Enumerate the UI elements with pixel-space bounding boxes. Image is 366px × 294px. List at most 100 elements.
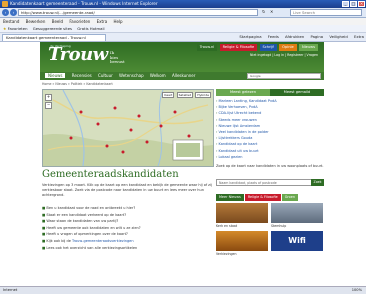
menu-bar: Bestand Bewerken Beeld Favorieten Extra … xyxy=(0,18,366,25)
sidebar-note: Zoek op de kaart naar kandidaten in uw w… xyxy=(216,164,324,169)
thumbnail-caption[interactable]: Kerk en staat xyxy=(216,224,237,228)
page-menu[interactable]: Pagina xyxy=(310,34,323,39)
list-item-text: Heeft uw gemeente ook kandidaten en wilt… xyxy=(46,225,141,230)
site-header: de Verdieping Trouw Ik kies bewust Trouw… xyxy=(40,42,324,72)
list-item[interactable]: Ben u kandidaat voor de raad en ontbreek… xyxy=(42,205,214,212)
safety-menu[interactable]: Veiligheid xyxy=(329,34,347,39)
favorites-button[interactable]: Favorieten xyxy=(8,26,28,31)
menu-item[interactable]: Bewerken xyxy=(26,19,46,24)
tagline-line: bewust xyxy=(110,59,125,64)
list-item-text: Kijk ook bij de xyxy=(46,238,71,243)
list-item[interactable]: Lees ook het overzicht van alle verkiezi… xyxy=(42,245,214,252)
logo-tagline: Ik kies bewust xyxy=(110,50,125,65)
menu-item[interactable]: Beeld xyxy=(52,19,63,24)
map-type-button[interactable]: Satelliet xyxy=(176,92,193,98)
list-item[interactable]: Staat er een kandidaat verkeerd op de ka… xyxy=(42,212,214,219)
favorites-link[interactable]: Gesuggereerde sites xyxy=(33,26,72,31)
intro-text: Verkiezingen op 3 maart. Klik op de kaar… xyxy=(42,183,212,197)
section-tab[interactable]: Meer Nieuws xyxy=(216,194,244,202)
zoom-in-button[interactable]: + xyxy=(45,94,52,101)
map-type-controls: Kaart Satelliet Hybride xyxy=(161,92,211,98)
main-nav: Nieuws Recensies Cultuur Wetenschap Welk… xyxy=(40,72,324,80)
tab-schrijf[interactable]: Schrijf xyxy=(259,44,277,51)
list-item[interactable]: Kijk ook bij de Trouw-gemeenteraadsverki… xyxy=(42,238,214,245)
page-content: de Verdieping Trouw Ik kies bewust Trouw… xyxy=(0,42,366,286)
list-item-text: Lees ook het overzicht van alle verkiezi… xyxy=(46,245,138,250)
nav-item[interactable]: Alleskunner xyxy=(172,73,195,78)
maximize-button[interactable]: □ xyxy=(350,1,357,7)
site-logo[interactable]: Trouw xyxy=(48,44,108,65)
wifi-thumbnail[interactable]: Wifi xyxy=(271,231,323,252)
section-tab[interactable]: Groen xyxy=(281,194,298,202)
candidate-search-placeholder: Naam kandidaat, plaats of postcode xyxy=(219,181,277,186)
refresh-icon[interactable]: ↻ xyxy=(262,9,265,14)
tab-bar: Kandidatenkaart gemeenteraad - Trouw.nl … xyxy=(0,33,366,42)
menu-item[interactable]: Favorieten xyxy=(69,19,90,24)
list-item-text: Heeft u vragen of opmerkingen over de ka… xyxy=(46,232,128,237)
feeds-button[interactable]: Feeds xyxy=(268,34,279,39)
command-bar: Startpagina Feeds Afdrukken Pagina Veili… xyxy=(234,33,364,41)
close-button[interactable]: × xyxy=(358,1,365,7)
google-search-input[interactable]: Google xyxy=(247,73,321,79)
thumbnail-caption[interactable]: Stemhulp xyxy=(271,224,286,228)
map-type-button[interactable]: Hybride xyxy=(195,92,211,98)
tab-most-mailed[interactable]: Meest gemaild xyxy=(270,89,324,96)
stop-icon[interactable]: ✕ xyxy=(270,9,273,14)
address-bar: ‹ › http://www.trouw.nl/.../gemeente-raa… xyxy=(0,8,366,18)
thumbnail-image[interactable] xyxy=(216,203,268,224)
nav-item[interactable]: Wetenschap xyxy=(119,73,144,78)
list-item-link[interactable]: Trouw-gemeenteraadsverkiezingen xyxy=(72,239,134,243)
sidebar-links: Marleen Lanting, Kandidaat PvdA Bijke Ve… xyxy=(216,98,324,160)
page-title: Gemeenteraadskandidaten xyxy=(42,169,179,180)
tab-nieuws[interactable]: Nieuws xyxy=(299,44,318,51)
section-tabs: Meer Nieuws Religie & Filosofie Groen xyxy=(216,194,324,202)
tools-menu[interactable]: Extra xyxy=(354,34,364,39)
back-button[interactable]: ‹ xyxy=(2,9,9,16)
url-field[interactable]: http://www.trouw.nl/.../gemeente-raad/ xyxy=(18,9,258,16)
search-field[interactable]: Live Search xyxy=(290,9,362,16)
browser-tab[interactable]: Kandidatenkaart gemeenteraad - Trouw.nl xyxy=(2,34,106,41)
list-item[interactable]: Heeft u vragen of opmerkingen over de ka… xyxy=(42,231,214,238)
section-tab[interactable]: Religie & Filosofie xyxy=(244,194,281,202)
zoom-out-button[interactable]: − xyxy=(45,102,52,109)
list-item-text: Ben u kandidaat voor de raad en ontbreek… xyxy=(46,206,136,210)
candidate-search-input[interactable]: Naam kandidaat, plaats of postcode Zoek xyxy=(216,179,324,187)
map-type-button[interactable]: Kaart xyxy=(162,92,175,98)
tab-religie[interactable]: Religie & Filosofie xyxy=(219,44,258,51)
menu-item[interactable]: Help xyxy=(113,19,122,24)
sidebar-tabs: Meest gelezen Meest gemaild xyxy=(216,89,324,96)
tab-opinie[interactable]: Opinie xyxy=(279,44,297,51)
window-title: Kandidatenkaart gemeenteraad - Trouw.nl … xyxy=(10,1,158,6)
star-icon[interactable]: ★ xyxy=(3,26,6,31)
tab-most-read[interactable]: Meest gelezen xyxy=(216,89,270,96)
list-item[interactable]: Waar staan de kandidaten van uw partij? xyxy=(42,218,214,225)
tab-trouw[interactable]: Trouw.nl xyxy=(196,44,218,51)
info-list: Ben u kandidaat voor de raad en ontbreek… xyxy=(42,205,214,251)
favorites-link[interactable]: Gratis Hotmail xyxy=(77,26,104,31)
nav-item[interactable]: Cultuur xyxy=(98,73,113,78)
top-tabs: Trouw.nl Religie & Filosofie Schrijf Opi… xyxy=(196,44,318,51)
thumbnail-caption[interactable]: Verkiezingen xyxy=(216,252,236,256)
thumbnail-image[interactable] xyxy=(216,231,268,252)
menu-item[interactable]: Extra xyxy=(97,19,108,24)
breadcrumb: Home » Nieuws » Politiek » Kandidatenkaa… xyxy=(42,82,113,86)
sidebar-link[interactable]: Lokaal gezien xyxy=(216,154,324,160)
list-item[interactable]: Heeft uw gemeente ook kandidaten en wilt… xyxy=(42,225,214,232)
thumbnail-grid: Kerk en staat Stemhulp Verkiezingen Wifi xyxy=(216,203,324,259)
login-links[interactable]: Niet ingelogd | Log in | Registreer | Vr… xyxy=(250,53,318,57)
print-button[interactable]: Afdrukken xyxy=(285,34,304,39)
minimize-button[interactable]: _ xyxy=(342,1,349,7)
candidate-map[interactable]: Kaart Satelliet Hybride + − xyxy=(42,89,214,167)
nav-item[interactable]: Recensies xyxy=(72,73,92,78)
candidate-search-button[interactable]: Zoek xyxy=(311,179,324,187)
sidebar: Meest gelezenMeest gemaild Marleen Lanti… xyxy=(216,89,324,259)
nav-item[interactable]: Nieuws xyxy=(45,73,66,78)
status-text: Internet xyxy=(3,288,18,292)
menu-item[interactable]: Bestand xyxy=(3,19,19,24)
window-titlebar: Kandidatenkaart gemeenteraad - Trouw.nl … xyxy=(0,0,366,8)
home-button[interactable]: Startpagina xyxy=(239,34,261,39)
forward-button[interactable]: › xyxy=(10,9,17,16)
map-zoom-controls: + − xyxy=(45,94,52,109)
nav-item[interactable]: Welkom xyxy=(150,73,166,78)
thumbnail-image[interactable] xyxy=(271,203,323,224)
